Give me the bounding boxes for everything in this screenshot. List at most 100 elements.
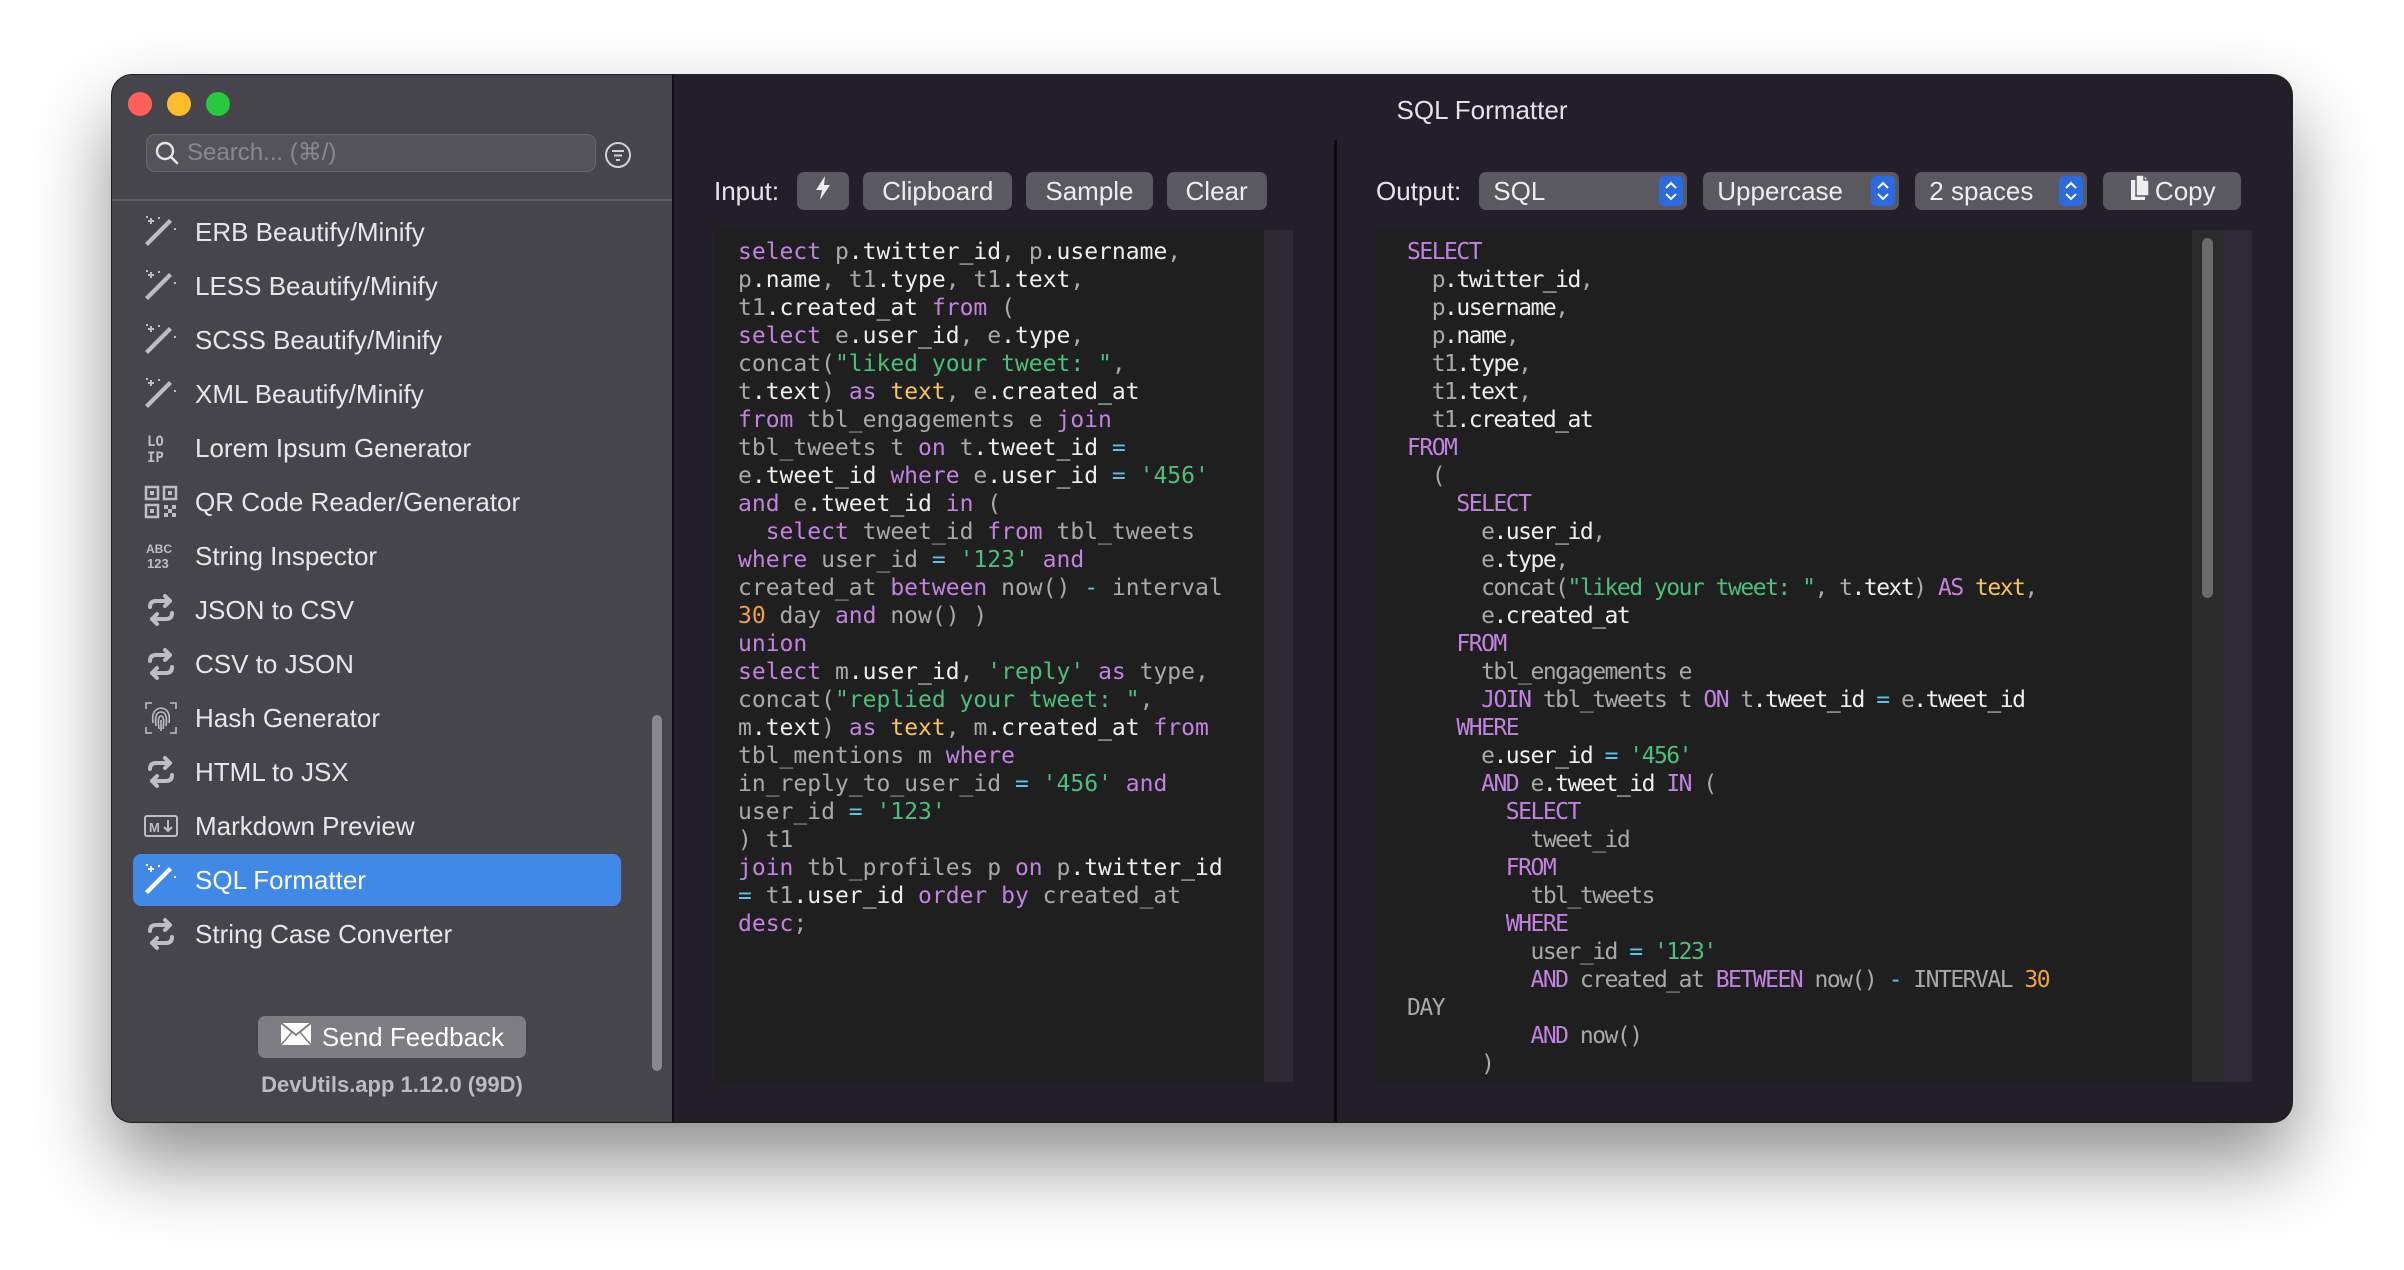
sidebar-item[interactable]: SQL Formatter [133,854,621,906]
output-code[interactable]: SELECT p.twitter_id, p.username, p.name,… [1407,238,2252,1078]
code-token: now() [1567,1023,1643,1049]
sidebar-scrollbar[interactable] [652,715,662,1071]
code-token: order by [904,883,1029,909]
tool-list: JS Beautify/Minify ERB Beautify/Minify LES… [112,201,652,983]
code-line: FROM [1407,854,2252,882]
copy-button[interactable]: Copy [2103,172,2242,210]
filter-icon[interactable] [604,141,632,169]
code-token: ( [987,295,1015,321]
search-field[interactable] [146,134,596,172]
sidebar-item[interactable]: String Case Converter [133,908,621,960]
code-line: SELECT [1407,798,2252,826]
sidebar-item[interactable]: XML Beautify/Minify [133,368,621,420]
code-token: = [1592,743,1619,769]
code-token: now() ) [876,603,988,629]
sidebar-item[interactable]: QR Code Reader/Generator [133,476,621,528]
code-token: user_id [738,799,835,825]
code-token: .twitter_id [848,239,1002,265]
code-token: .text [1001,267,1071,293]
code-line: p.twitter_id, [1407,266,2252,294]
code-line: FROM [1407,630,2252,658]
code-token: from [1139,715,1209,741]
code-line: concat("replied your tweet: ", [738,686,1293,714]
code-line: concat("liked your tweet: ", t.text) AS … [1407,574,2252,602]
qr-code-icon [141,482,181,522]
sidebar-item[interactable]: HTML to JSX [133,746,621,798]
code-line: select m.user_id, 'reply' as type, [738,658,1293,686]
code-token: e [821,323,849,349]
indent-select[interactable]: 2 spaces [1915,172,2088,210]
send-feedback-button[interactable]: Send Feedback [258,1016,526,1058]
clipboard-button[interactable]: Clipboard [863,172,1013,210]
minimize-window-button[interactable] [167,92,191,116]
code-token: t [945,435,974,461]
input-editor[interactable]: select p.twitter_id, p.username, p.name, … [714,230,1293,1082]
auto-detect-button[interactable] [797,172,850,210]
pane-divider[interactable] [1334,140,1337,1122]
code-token: , [1505,323,1520,349]
search-input[interactable] [187,139,595,167]
code-token: .created_at [1456,407,1593,433]
code-token: ; [793,911,808,937]
code-line: tbl_tweets [1407,882,2252,910]
code-token: FROM [1456,631,1507,657]
code-token: ) [821,379,835,405]
code-token: m [821,659,849,685]
code-token: user_id [807,547,919,573]
sidebar-item[interactable]: CSV to JSON [133,638,621,690]
code-token: e [1407,547,1495,573]
output-scrollbar-thumb[interactable] [2202,238,2213,598]
code-token: tbl_tweets t [738,435,905,461]
code-token: .text [751,715,822,741]
code-token: , e [959,323,1002,349]
clear-button[interactable]: Clear [1166,172,1267,210]
code-token: and [1028,547,1085,573]
code-token: now() [1802,967,1877,993]
input-code[interactable]: select p.twitter_id, p.username, p.name, … [738,238,1293,938]
language-select[interactable]: SQL [1479,172,1688,210]
sidebar-item[interactable]: LESS Beautify/Minify [133,260,621,312]
sidebar-item[interactable]: ABC 123 String Inspector [133,530,621,582]
code-token: e [779,491,808,517]
code-token: from [973,519,1043,545]
sidebar-item[interactable]: LO IP Lorem Ipsum Generator [133,422,621,474]
code-line: from tbl_engagements e join [738,406,1293,434]
code-token: 30 [738,603,766,629]
code-token: .type [1456,351,1519,377]
code-token: select [738,659,822,685]
code-token: e [738,463,752,489]
code-token: on [904,435,946,461]
code-line: m.text) as text, m.created_at from [738,714,1293,742]
zoom-window-button[interactable] [206,92,230,116]
code-token: tbl_profiles p [793,855,1002,881]
keyword-case-select[interactable]: Uppercase [1703,172,1900,210]
code-line: e.user_id, [1407,518,2252,546]
sidebar-item[interactable]: M Markdown Preview [133,800,621,852]
markdown-icon: M [141,806,181,846]
code-line: DAY [1407,994,2252,1022]
magic-wand-icon [141,860,181,900]
sidebar-item[interactable]: Hash Generator [133,692,621,744]
code-token: and [738,491,780,517]
code-token: select [738,323,822,349]
sidebar-item[interactable]: ERB Beautify/Minify [133,206,621,258]
sidebar-item[interactable]: JSON to CSV [133,584,621,636]
sidebar-item[interactable]: SCSS Beautify/Minify [133,314,621,366]
code-token: , [959,659,988,685]
abc-123-icon: ABC 123 [141,536,181,576]
code-token: now() [987,575,1071,601]
close-window-button[interactable] [128,92,152,116]
code-token: as [834,715,877,741]
code-token: ) [821,715,835,741]
code-token: tbl_tweets [1407,883,1655,909]
sidebar-item-label: Hash Generator [195,702,380,733]
sample-button[interactable]: Sample [1026,172,1153,210]
code-line: join tbl_profiles p on p.twitter_id [738,854,1293,882]
output-editor[interactable]: SELECT p.twitter_id, p.username, p.name,… [1377,230,2252,1082]
code-token: text [876,715,946,741]
code-token: , t [1814,575,1853,601]
code-token: .tweet_id [1752,687,1866,713]
code-token: e [1888,687,1915,713]
sidebar-item[interactable]: JS Beautify/Minify [133,201,621,204]
